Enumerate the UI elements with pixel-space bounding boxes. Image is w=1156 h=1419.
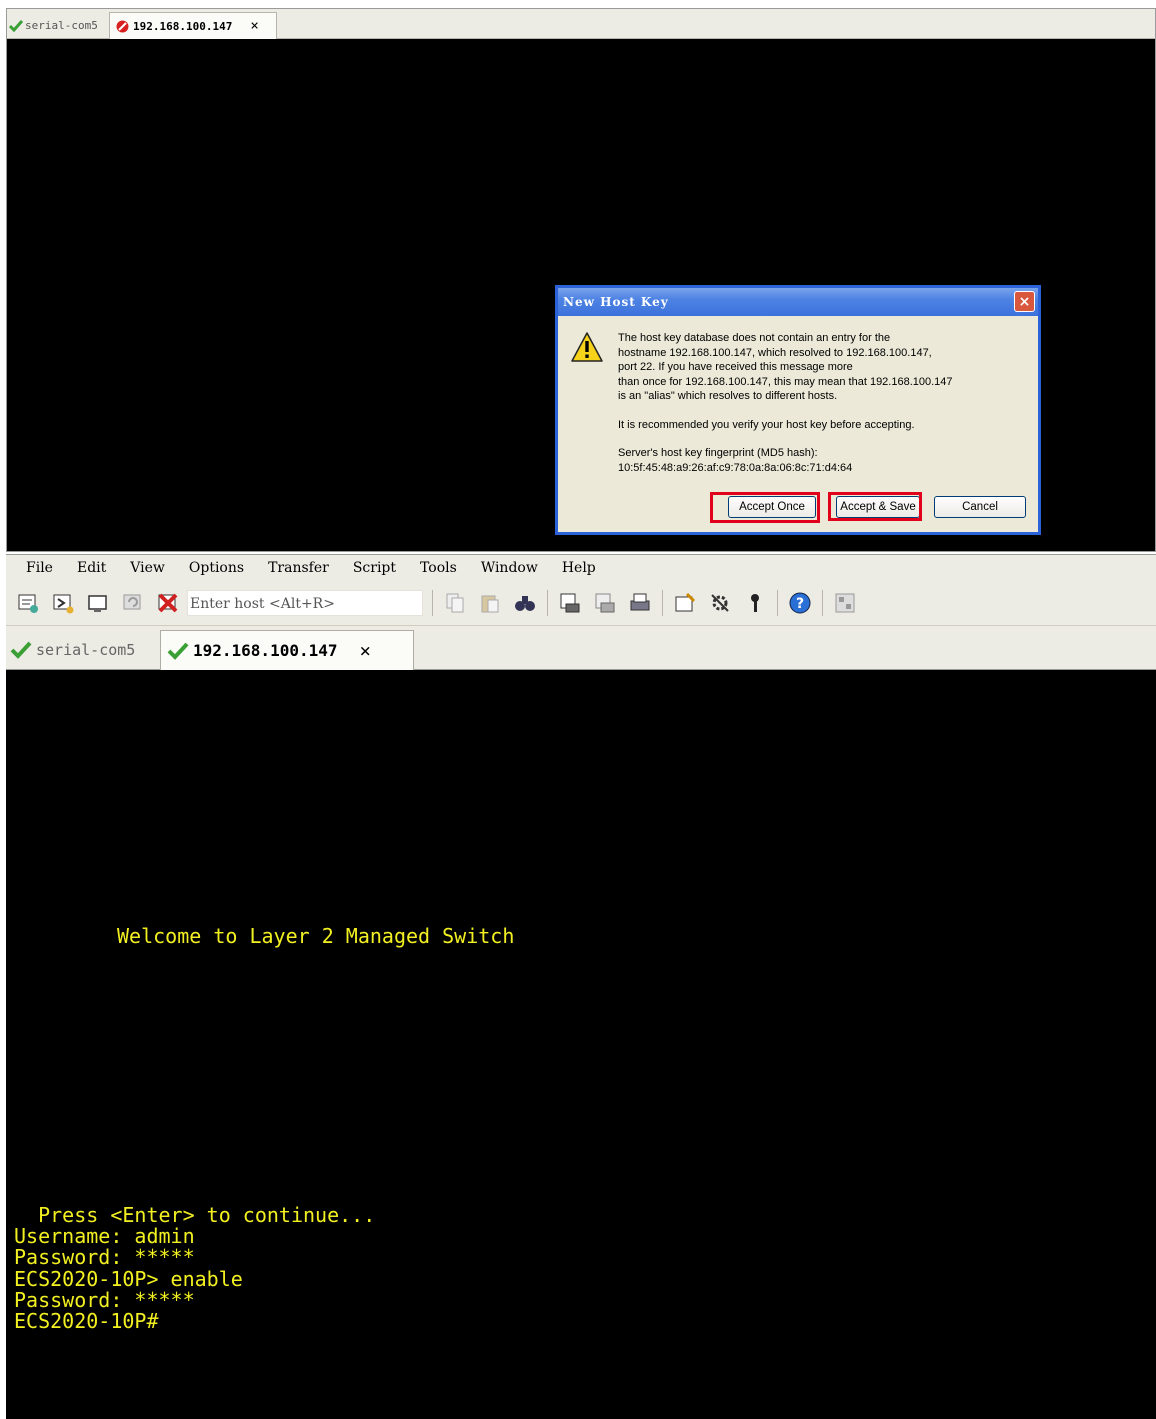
message-line: is an "alias" which resolves to differen… xyxy=(618,390,838,402)
menu-bar: File Edit View Options Transfer Script T… xyxy=(6,554,1156,580)
menu-transfer[interactable]: Transfer xyxy=(268,560,329,576)
tab-label: serial-com5 xyxy=(25,19,98,32)
tab-192-168-100-147[interactable]: 192.168.100.147 × xyxy=(109,12,277,39)
terminal-line: Press <Enter> to continue... xyxy=(14,1203,376,1227)
top-session-window: serial-com5 192.168.100.147 × New Host K… xyxy=(6,8,1156,552)
terminal-line: ECS2020-10P> enable xyxy=(14,1267,243,1291)
help-icon[interactable]: ? xyxy=(787,590,813,616)
close-tab-icon[interactable]: × xyxy=(250,18,258,34)
dialog-title: New Host Key xyxy=(558,288,1038,316)
fingerprint-value: 10:5f:45:48:a9:26:af:c9:78:0a:8a:06:8c:7… xyxy=(618,461,853,474)
copy-icon[interactable] xyxy=(442,590,468,616)
menu-file[interactable]: File xyxy=(26,560,53,576)
terminal-line: Password: ***** xyxy=(14,1288,195,1312)
session-tab-bar: serial-com5 192.168.100.147 × xyxy=(7,9,1155,39)
tab-label: 192.168.100.147 xyxy=(193,641,338,660)
terminal-line: Password: ***** xyxy=(14,1245,195,1269)
session-tab-bar: serial-com5 192.168.100.147 × xyxy=(6,626,1156,670)
check-icon xyxy=(9,19,23,32)
menu-script[interactable]: Script xyxy=(353,560,396,576)
toolbar-separator xyxy=(432,589,433,616)
print-selection-icon[interactable] xyxy=(592,590,618,616)
disconnected-icon xyxy=(116,20,129,32)
bottom-session-window: File Edit View Options Transfer Script T… xyxy=(6,554,1156,1419)
dialog-close-button[interactable]: × xyxy=(1014,291,1035,312)
find-icon[interactable] xyxy=(512,590,538,616)
terminal-area[interactable]: Welcome to Layer 2 Managed Switch Press … xyxy=(6,670,1156,1419)
toolbar-separator xyxy=(662,589,663,616)
message-line: The host key database does not contain a… xyxy=(618,332,891,344)
check-icon xyxy=(167,642,189,660)
tab-serial-com5[interactable]: serial-com5 xyxy=(7,12,107,39)
message-line: than once for 192.168.100.147, this may … xyxy=(618,375,953,388)
print-screen-icon[interactable] xyxy=(557,590,583,616)
highlight-box xyxy=(710,492,820,523)
tab-192-168-100-147[interactable]: 192.168.100.147 × xyxy=(160,630,414,670)
menu-window[interactable]: Window xyxy=(481,560,538,576)
quick-connect-icon[interactable] xyxy=(50,590,76,616)
reconnect-icon[interactable] xyxy=(120,590,146,616)
warning-icon xyxy=(571,332,603,362)
new-host-key-dialog: New Host Key × The host key database doe… xyxy=(555,285,1041,535)
paste-icon[interactable] xyxy=(477,590,503,616)
key-icon[interactable] xyxy=(742,590,768,616)
menu-edit[interactable]: Edit xyxy=(77,560,106,576)
toolbar-separator xyxy=(777,589,778,616)
menu-options[interactable]: Options xyxy=(189,560,244,576)
cancel-button[interactable]: Cancel xyxy=(934,496,1026,518)
connect-icon[interactable] xyxy=(15,590,41,616)
tab-label: serial-com5 xyxy=(36,641,136,659)
welcome-banner: Welcome to Layer 2 Managed Switch xyxy=(117,924,515,948)
tab-label: 192.168.100.147 xyxy=(133,19,233,33)
message-line: port 22. If you have received this messa… xyxy=(618,361,853,373)
toolbar-separator xyxy=(547,589,548,616)
session-options-icon[interactable] xyxy=(672,590,698,616)
recommend-text: It is recommended you verify your host k… xyxy=(618,418,915,431)
highlight-box xyxy=(828,492,922,521)
enter-host-input[interactable]: Enter host <Alt+R> xyxy=(187,589,423,616)
dialog-message: The host key database does not contain a… xyxy=(618,331,1028,475)
menu-help[interactable]: Help xyxy=(562,560,596,576)
fingerprint-label: Server's host key fingerprint (MD5 hash)… xyxy=(618,447,818,459)
check-icon xyxy=(10,641,32,659)
disconnect-icon[interactable] xyxy=(155,590,181,616)
global-options-icon[interactable] xyxy=(707,590,733,616)
toolbar-separator xyxy=(822,589,823,616)
menu-view[interactable]: View xyxy=(130,560,165,576)
terminal-line: Username: admin xyxy=(14,1224,195,1248)
toolbar: Enter host <Alt+R> ? xyxy=(6,580,1156,626)
menu-tools[interactable]: Tools xyxy=(420,560,457,576)
message-line: hostname 192.168.100.147, which resolved… xyxy=(618,346,932,359)
svg-text:?: ? xyxy=(796,596,804,612)
connect-in-tab-icon[interactable] xyxy=(85,590,111,616)
close-tab-icon[interactable]: × xyxy=(360,640,371,662)
tab-serial-com5[interactable]: serial-com5 xyxy=(6,630,160,670)
print-icon[interactable] xyxy=(627,590,653,616)
terminal-prompt: ECS2020-10P# xyxy=(14,1309,159,1333)
keymap-icon[interactable] xyxy=(832,590,858,616)
